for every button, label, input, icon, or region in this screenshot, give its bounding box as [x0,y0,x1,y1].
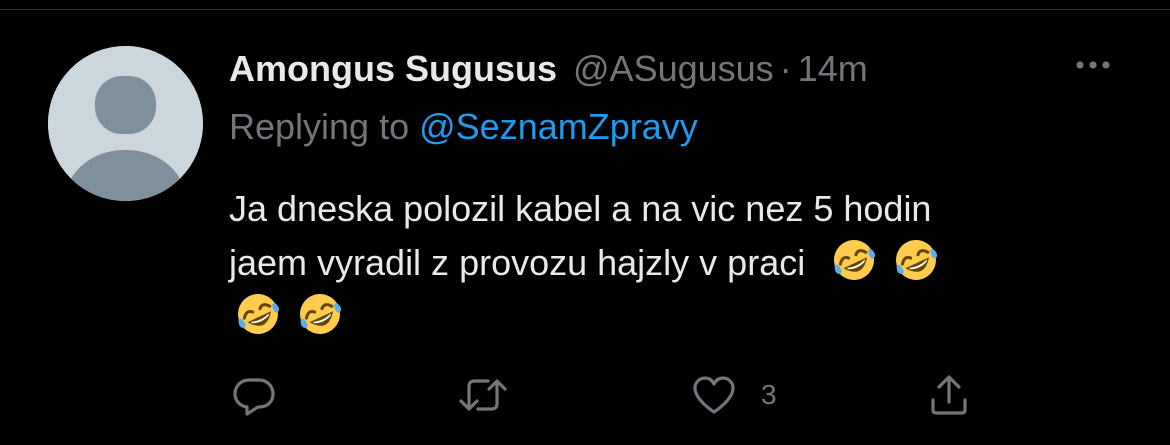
more-button[interactable] [1068,50,1118,80]
replying-to-link[interactable]: @SeznamZpravy [419,106,698,147]
retweet-button[interactable] [455,370,533,420]
tweet[interactable]: Amongus Sugusus @ASugusus · 14m Replying… [0,10,1170,445]
user-handle[interactable]: @ASugusus [573,48,774,90]
display-name[interactable]: Amongus Sugusus [229,48,557,90]
rofl-emoji-icon [831,237,877,283]
tweet-actions: 3 [229,370,989,420]
rofl-emoji-icon [297,291,343,337]
like-count: 3 [761,379,777,410]
replying-to: Replying to @SeznamZpravy [229,106,698,148]
tweet-text-line: jaem vyradil z provozu hajzly v praci [229,242,806,283]
rofl-emoji-icon [893,237,939,283]
separator-dot: · [779,48,792,89]
like-button[interactable]: 3 [689,370,777,420]
default-avatar-icon [48,46,203,201]
rofl-emoji-icon [235,291,281,337]
more-icon [1076,61,1110,69]
tweet-text-line: Ja dneska polozil kabel a na vic nez 5 h… [229,188,932,229]
avatar[interactable] [48,46,203,201]
replying-to-label: Replying to [229,106,410,147]
reply-icon [233,378,275,416]
heart-icon [693,376,735,414]
reply-button[interactable] [229,370,301,420]
timestamp[interactable]: 14m [798,48,868,90]
retweet-icon [459,379,507,411]
tweet-text: Ja dneska polozil kabel a na vic nez 5 h… [229,182,1129,344]
share-icon [931,375,967,415]
share-button[interactable] [924,370,996,420]
tweet-header: Amongus Sugusus @ASugusus · 14m [229,48,868,90]
